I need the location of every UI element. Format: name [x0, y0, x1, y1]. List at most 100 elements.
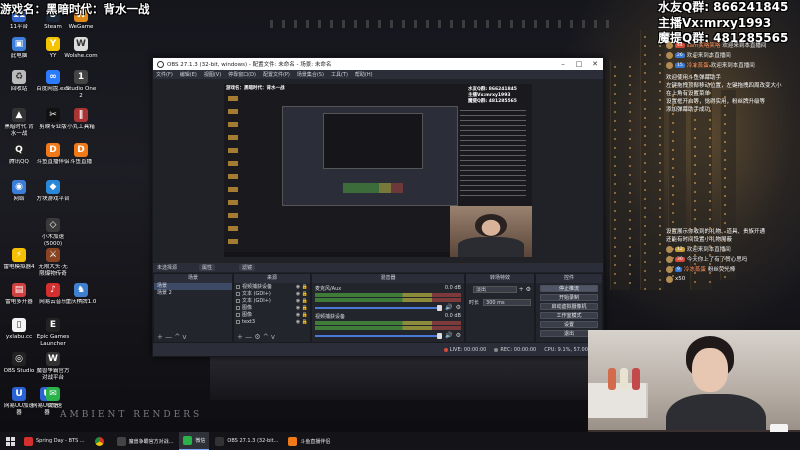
- menu-view[interactable]: 视图(V): [204, 71, 221, 78]
- obs-window[interactable]: OBS 27.1.3 (32-bit, windows) - 配置文件: 未命名…: [152, 57, 604, 357]
- desktop-icon-label: 11平台: [10, 24, 28, 30]
- volume-slider[interactable]: [315, 332, 443, 339]
- control-button[interactable]: 启动虚拟摄像机: [540, 303, 598, 310]
- transition-settings-icon[interactable]: ⚙: [526, 286, 531, 293]
- fan-level-badge: 26: [675, 52, 685, 58]
- scene-item[interactable]: 场景 2: [154, 290, 232, 297]
- desktop-icon[interactable]: ⚔ 无限大头·无限爆物传奇: [36, 248, 70, 277]
- source-item-label: 视频捕获设备: [242, 284, 273, 290]
- duration-input[interactable]: 300 ms: [483, 299, 531, 306]
- sources-dock-footer[interactable]: + — ⚙ ^ v: [234, 333, 310, 342]
- chat-avatar: [666, 245, 673, 253]
- taskbar-item[interactable]: 斗鱼直播伴侣: [284, 432, 334, 450]
- desktop-icon[interactable]: ▯ yxlabu.cc: [2, 318, 36, 341]
- desktop-icon[interactable]: E Epic Games Launcher: [36, 318, 70, 347]
- desktop-icon[interactable]: ◉ 网络: [2, 180, 36, 203]
- taskbar-item[interactable]: 魔兽争霸官方对战...: [113, 432, 178, 450]
- visibility-lock-icons[interactable]: ◉ 🔒: [296, 305, 310, 311]
- desktop-icon-label: 此电脑: [10, 53, 28, 59]
- desktop-icon[interactable]: ♻ 回收站: [2, 70, 36, 93]
- desktop-icon[interactable]: ◆ 方块游戏平台: [36, 180, 70, 203]
- source-item[interactable]: 图像 ◉ 🔒: [234, 311, 310, 318]
- taskbar-item[interactable]: Spring Day - BTS ...: [20, 432, 89, 450]
- visibility-lock-icons[interactable]: ◉ 🔒: [296, 284, 310, 290]
- control-button[interactable]: 设置: [540, 321, 598, 328]
- obs-preview-canvas[interactable]: 游戏名：黑暗时代：背水一战 水友Q群: 866241845 主播Vx:mrxy1…: [224, 84, 532, 257]
- source-item-label: 文本 (GDI+): [242, 291, 271, 297]
- desktop-icon[interactable]: 1 Studio One 2: [64, 70, 98, 99]
- desktop-icon[interactable]: ◎ OBS Studio: [2, 352, 36, 375]
- source-item[interactable]: 文本 (GDI+) ◉ 🔒: [234, 290, 310, 297]
- control-button[interactable]: 开始录制: [540, 294, 598, 301]
- menu-edit[interactable]: 编辑(E): [180, 71, 197, 78]
- volume-slider-knob[interactable]: [437, 304, 443, 311]
- mixer-channel: 视频捕获设备 0.0 dB 🔊 ⚙: [312, 311, 464, 339]
- ldmulti-icon: ▤: [12, 283, 26, 297]
- source-type-icon: [236, 284, 240, 289]
- mixer-channel-db: 0.0 dB: [444, 285, 461, 291]
- desktop-icon[interactable]: ▣ 此电脑: [2, 37, 36, 60]
- menu-file[interactable]: 文件(F): [156, 71, 173, 78]
- desktop-icon[interactable]: Q 腾讯QQ: [2, 143, 36, 166]
- uu-icon: U: [12, 387, 26, 401]
- visibility-lock-icons[interactable]: ◉ 🔒: [296, 319, 310, 325]
- transitions-dock-header: 转场特效: [466, 274, 534, 283]
- add-transition-icon[interactable]: +: [519, 286, 524, 293]
- desktop-icon-label: 斗鱼直播: [69, 159, 92, 165]
- game-icon: ▲: [12, 108, 26, 122]
- start-button[interactable]: [0, 432, 20, 450]
- scenes-dock-footer[interactable]: + — ^ v: [154, 333, 232, 342]
- filters-button[interactable]: 滤镜: [239, 264, 256, 271]
- menu-profile[interactable]: 配置文件(P): [263, 71, 290, 78]
- visibility-lock-icons[interactable]: ◉ 🔒: [296, 298, 310, 304]
- chat-message: 15 冷冻蒸蛋 欢迎来到本直播间: [666, 60, 800, 70]
- desktop-icon[interactable]: ◇ 小木加速 (5000): [36, 218, 70, 247]
- source-item[interactable]: 图像 ◉ 🔒: [234, 304, 310, 311]
- menu-scene-collection[interactable]: 场景集合(S): [297, 71, 324, 78]
- menu-help[interactable]: 帮助(H): [355, 71, 373, 78]
- volume-slider[interactable]: [315, 304, 443, 311]
- taskbar-item[interactable]: [91, 432, 111, 450]
- speaker-icon[interactable]: 🔊: [445, 304, 452, 311]
- taskbar-item[interactable]: OBS 27.1.3 (32-bit...: [211, 432, 282, 450]
- volume-slider-knob[interactable]: [437, 332, 443, 339]
- properties-button[interactable]: 属性: [199, 264, 216, 271]
- transition-type-select[interactable]: 淡出: [473, 286, 517, 293]
- close-icon[interactable]: ✕: [587, 58, 603, 70]
- menu-docks[interactable]: 停靠窗口(D): [228, 71, 256, 78]
- desktop-icon[interactable]: ∥ 小丸工具箱: [64, 108, 98, 131]
- desktop-icon[interactable]: ♞ 重庆棋牌1.0: [64, 283, 98, 306]
- speaker-icon[interactable]: 🔊: [445, 332, 452, 339]
- desktop-icon[interactable]: ▤ 雷电多开器: [2, 283, 36, 306]
- source-item[interactable]: 视频捕获设备 ◉ 🔒: [234, 283, 310, 290]
- taskbar-item[interactable]: 微信: [179, 432, 210, 450]
- desktop-icon[interactable]: W 魔兽争霸官方对战平台: [36, 352, 70, 381]
- toolbox-icon: ∥: [74, 108, 88, 122]
- desktop-icon[interactable]: ✉ 微信: [36, 387, 70, 410]
- scene-list: 场景 场景 2: [154, 283, 232, 297]
- source-item[interactable]: 文本 (GDI+) ◉ 🔒: [234, 297, 310, 304]
- fan-level-badge: 15: [675, 62, 685, 68]
- gear-icon[interactable]: ⚙: [456, 332, 461, 339]
- scene-item[interactable]: 场景: [154, 283, 232, 290]
- maximize-icon[interactable]: □: [571, 58, 587, 70]
- chat-text: x50: [675, 276, 686, 282]
- menu-tools[interactable]: 工具(T): [331, 71, 348, 78]
- minimize-icon[interactable]: –: [555, 58, 571, 70]
- controls-dock-header: 控件: [536, 274, 602, 283]
- wallpaper-brand-watermark: AMBIENT RENDERS: [60, 410, 203, 420]
- desktop-icon[interactable]: D 斗鱼直播: [64, 143, 98, 166]
- control-button[interactable]: 停止推流: [540, 285, 598, 292]
- gear-icon[interactable]: ⚙: [456, 304, 461, 311]
- source-item[interactable]: text3 ◉ 🔒: [234, 318, 310, 325]
- desktop-icon[interactable]: W Wolshe.com: [64, 37, 98, 60]
- desktop-icon[interactable]: ⚡ 雷电模拟器4: [2, 248, 36, 271]
- volume-slider-row: 🔊 ⚙: [315, 304, 461, 311]
- visibility-lock-icons[interactable]: ◉ 🔒: [296, 312, 310, 318]
- visibility-lock-icons[interactable]: ◉ 🔒: [296, 291, 310, 297]
- control-button[interactable]: 工作室模式: [540, 312, 598, 319]
- no-source-selected-label: 未选择源: [157, 265, 178, 271]
- chat-avatar: [666, 51, 673, 59]
- obs-titlebar[interactable]: OBS 27.1.3 (32-bit, windows) - 配置文件: 未命名…: [153, 58, 603, 70]
- desktop-icon[interactable]: ▲ 黑暗时代 背水一战: [2, 108, 36, 137]
